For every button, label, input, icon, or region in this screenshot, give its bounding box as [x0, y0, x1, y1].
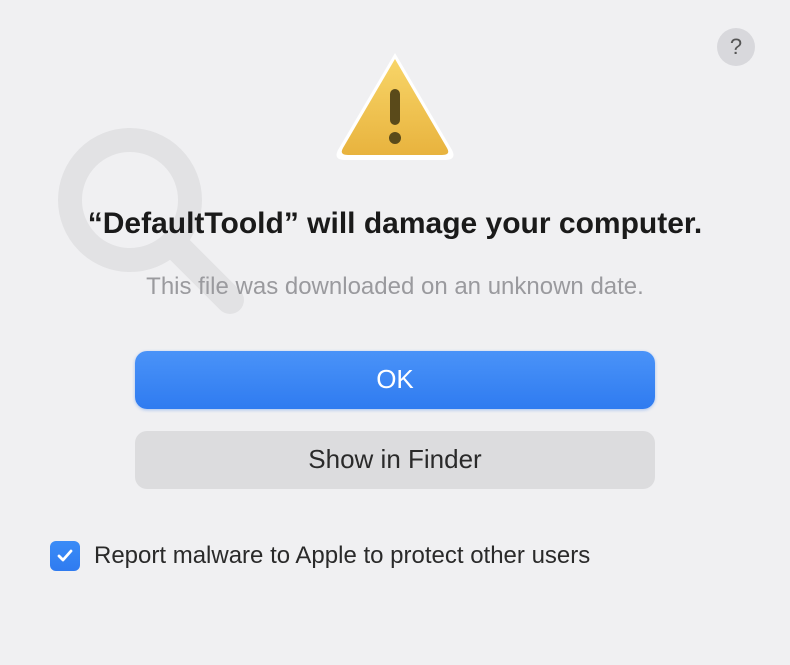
checkmark-icon: [55, 546, 75, 566]
malware-warning-dialog: ? “DefaultToold” will damage your comput…: [0, 0, 790, 665]
ok-button-label: OK: [376, 364, 414, 395]
help-icon: ?: [730, 34, 742, 60]
show-in-finder-label: Show in Finder: [308, 444, 481, 475]
help-button[interactable]: ?: [717, 28, 755, 66]
report-malware-checkbox[interactable]: [50, 541, 80, 571]
warning-icon: [330, 45, 460, 170]
report-malware-row: Report malware to Apple to protect other…: [50, 541, 590, 571]
report-malware-label: Report malware to Apple to protect other…: [94, 542, 590, 570]
dialog-subtitle: This file was downloaded on an unknown d…: [146, 273, 644, 301]
dialog-title: “DefaultToold” will damage your computer…: [88, 205, 703, 243]
show-in-finder-button[interactable]: Show in Finder: [135, 431, 655, 489]
ok-button[interactable]: OK: [135, 351, 655, 409]
